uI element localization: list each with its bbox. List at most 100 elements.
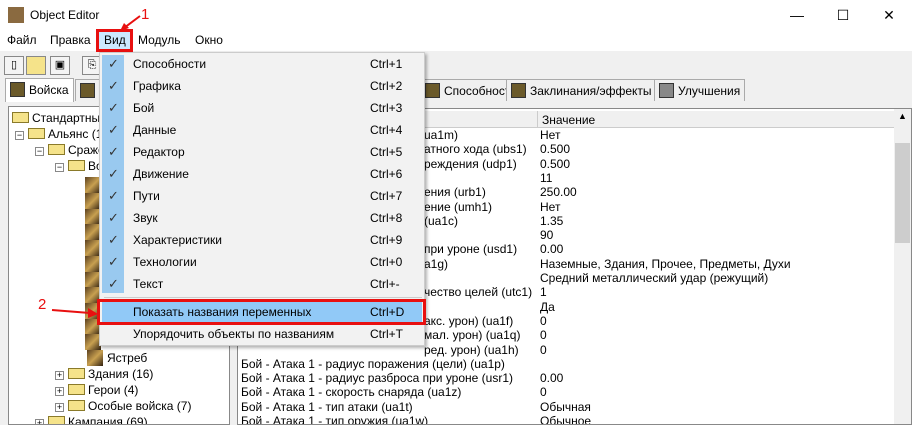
- maximize-button[interactable]: ☐: [820, 0, 866, 30]
- property-value: Нет: [540, 199, 561, 214]
- tree-node-standard[interactable]: Стандартные: [12, 110, 107, 126]
- menu-item-label: Текст: [133, 277, 164, 291]
- annotation-arrow-1: [120, 15, 141, 31]
- tree-label: Альянс (1: [48, 127, 103, 141]
- expand-icon[interactable]: +: [55, 403, 64, 412]
- open-folder-icon[interactable]: [26, 56, 46, 75]
- menu-item[interactable]: ✓ Пути Ctrl+7: [102, 185, 422, 207]
- minimize-button[interactable]: —: [774, 0, 820, 30]
- property-value: 11: [540, 170, 553, 185]
- table-row[interactable]: Бой - Атака 1 - скорость снаряда (ua1z) 0: [238, 385, 898, 399]
- checkmark-icon: ✓: [108, 188, 119, 203]
- menu-item[interactable]: ✓ Данные Ctrl+4: [102, 119, 422, 141]
- folder-icon: [48, 144, 65, 155]
- tree-node-buildings[interactable]: + Здания (16): [55, 366, 153, 382]
- property-value: 0: [540, 342, 547, 357]
- menu-item[interactable]: ✓ Движение Ctrl+6: [102, 163, 422, 185]
- property-value: 0.00: [540, 371, 564, 386]
- menu-item-shortcut: Ctrl+T: [370, 327, 403, 341]
- menu-item-label: Пути: [133, 189, 160, 203]
- menu-item-shortcut: Ctrl+9: [370, 233, 403, 247]
- checkmark-icon: ✓: [108, 122, 119, 137]
- table-row[interactable]: Бой - Атака 1 - тип оружия (ua1w) Обычное: [238, 414, 898, 425]
- menu-item-label: Графика: [133, 79, 181, 93]
- window-title: Object Editor: [30, 8, 100, 22]
- menu-item-label: Движение: [133, 167, 189, 181]
- menu-item-shortcut: Ctrl+5: [370, 145, 403, 159]
- tree-node-heroes[interactable]: + Герои (4): [55, 382, 138, 398]
- menu-item-shortcut: Ctrl+8: [370, 211, 403, 225]
- tree-node-melee[interactable]: − Сраже: [35, 142, 105, 158]
- tree-node-hawk[interactable]: Ястреб: [87, 350, 147, 366]
- property-value: 0.00: [540, 242, 564, 257]
- property-name: реждения (udp1): [424, 156, 517, 171]
- folder-icon: [68, 368, 85, 379]
- menu-item-shortcut: Ctrl+7: [370, 189, 403, 203]
- menu-item-label: Редактор: [133, 145, 185, 159]
- vertical-scrollbar[interactable]: ▲: [894, 109, 911, 424]
- menu-item[interactable]: ✓ Графика Ctrl+2: [102, 75, 422, 97]
- collapse-icon[interactable]: −: [35, 147, 44, 156]
- tree-node-campaign[interactable]: + Кампания (69): [35, 414, 148, 424]
- menu-item[interactable]: ✓ Звук Ctrl+8: [102, 207, 422, 229]
- menu-window[interactable]: Окно: [195, 33, 223, 47]
- annotation-box-1: [96, 29, 133, 52]
- menu-item-shortcut: Ctrl+3: [370, 101, 403, 115]
- property-value: Нет: [540, 128, 561, 142]
- folder-icon: [68, 384, 85, 395]
- menu-item[interactable]: ✓ Текст Ctrl+-: [102, 273, 422, 295]
- property-value: 250.00: [540, 185, 577, 200]
- expand-icon[interactable]: +: [55, 371, 64, 380]
- table-row[interactable]: Бой - Атака 1 - радиус поражения (цели) …: [238, 357, 898, 371]
- menu-item[interactable]: ✓ Характеристики Ctrl+9: [102, 229, 422, 251]
- property-value: Обычная: [540, 399, 591, 414]
- menu-edit[interactable]: Правка: [50, 33, 91, 47]
- menu-item-sort-by-name[interactable]: Упорядочить объекты по названиям Ctrl+T: [102, 323, 422, 345]
- scroll-up-icon[interactable]: ▲: [898, 111, 907, 121]
- checkmark-icon: ✓: [108, 210, 119, 225]
- tab-units[interactable]: Войска: [5, 78, 74, 102]
- property-name: мал. урон) (ua1q): [424, 328, 521, 343]
- property-value: 0: [540, 385, 547, 400]
- folder-icon: [68, 400, 85, 411]
- menu-module[interactable]: Модуль: [138, 33, 181, 47]
- menu-item[interactable]: ✓ Технологии Ctrl+0: [102, 251, 422, 273]
- scroll-thumb[interactable]: [895, 143, 910, 243]
- close-button[interactable]: ✕: [866, 0, 912, 30]
- property-name: Бой - Атака 1 - скорость снаряда (ua1z): [241, 385, 462, 400]
- property-value: 1.35: [540, 213, 564, 228]
- save-icon[interactable]: ▣: [50, 56, 70, 75]
- menu-file[interactable]: Файл: [7, 33, 37, 47]
- property-value: 90: [540, 228, 554, 243]
- new-file-icon[interactable]: ▯: [4, 56, 24, 75]
- tab-upgrades[interactable]: Улучшения: [654, 79, 746, 101]
- checkmark-icon: ✓: [108, 254, 119, 269]
- menu-item[interactable]: ✓ Бой Ctrl+3: [102, 97, 422, 119]
- tree-node-alliance[interactable]: − Альянс (1: [15, 126, 102, 142]
- tab-spells[interactable]: Заклинания/эффекты: [506, 79, 657, 101]
- property-value: 1: [540, 285, 547, 300]
- property-name: атного хода (ubs1): [424, 142, 527, 157]
- collapse-icon[interactable]: −: [15, 131, 24, 140]
- menu-item-label: Технологии: [133, 255, 197, 269]
- collapse-icon[interactable]: −: [55, 163, 64, 172]
- checkmark-icon: ✓: [108, 78, 119, 93]
- table-row[interactable]: Бой - Атака 1 - тип атаки (ua1t) Обычная: [238, 400, 898, 414]
- tree-label: Ястреб: [107, 351, 148, 365]
- tree-node-units[interactable]: − Во: [55, 158, 103, 174]
- property-name: Бой - Атака 1 - тип атаки (ua1t): [241, 399, 413, 414]
- expand-icon[interactable]: +: [55, 387, 64, 396]
- table-row[interactable]: Бой - Атака 1 - радиус разброса при урон…: [238, 371, 898, 385]
- menu-bar: Файл Правка Вид Модуль Окно: [0, 30, 912, 51]
- expand-icon[interactable]: +: [35, 419, 44, 424]
- header-value[interactable]: Значение: [538, 111, 895, 128]
- tab-label: Войска: [29, 83, 69, 97]
- menu-item-label: Бой: [133, 101, 155, 115]
- property-name: ения (urb1): [424, 185, 486, 200]
- folder-icon: [28, 128, 45, 139]
- menu-item[interactable]: ✓ Способности Ctrl+1: [102, 53, 422, 75]
- menu-item-shortcut: Ctrl+1: [370, 57, 403, 71]
- tree-node-special[interactable]: + Особые войска (7): [55, 398, 191, 414]
- menu-item[interactable]: ✓ Редактор Ctrl+5: [102, 141, 422, 163]
- property-name: Бой - Атака 1 - тип оружия (ua1w): [241, 414, 429, 425]
